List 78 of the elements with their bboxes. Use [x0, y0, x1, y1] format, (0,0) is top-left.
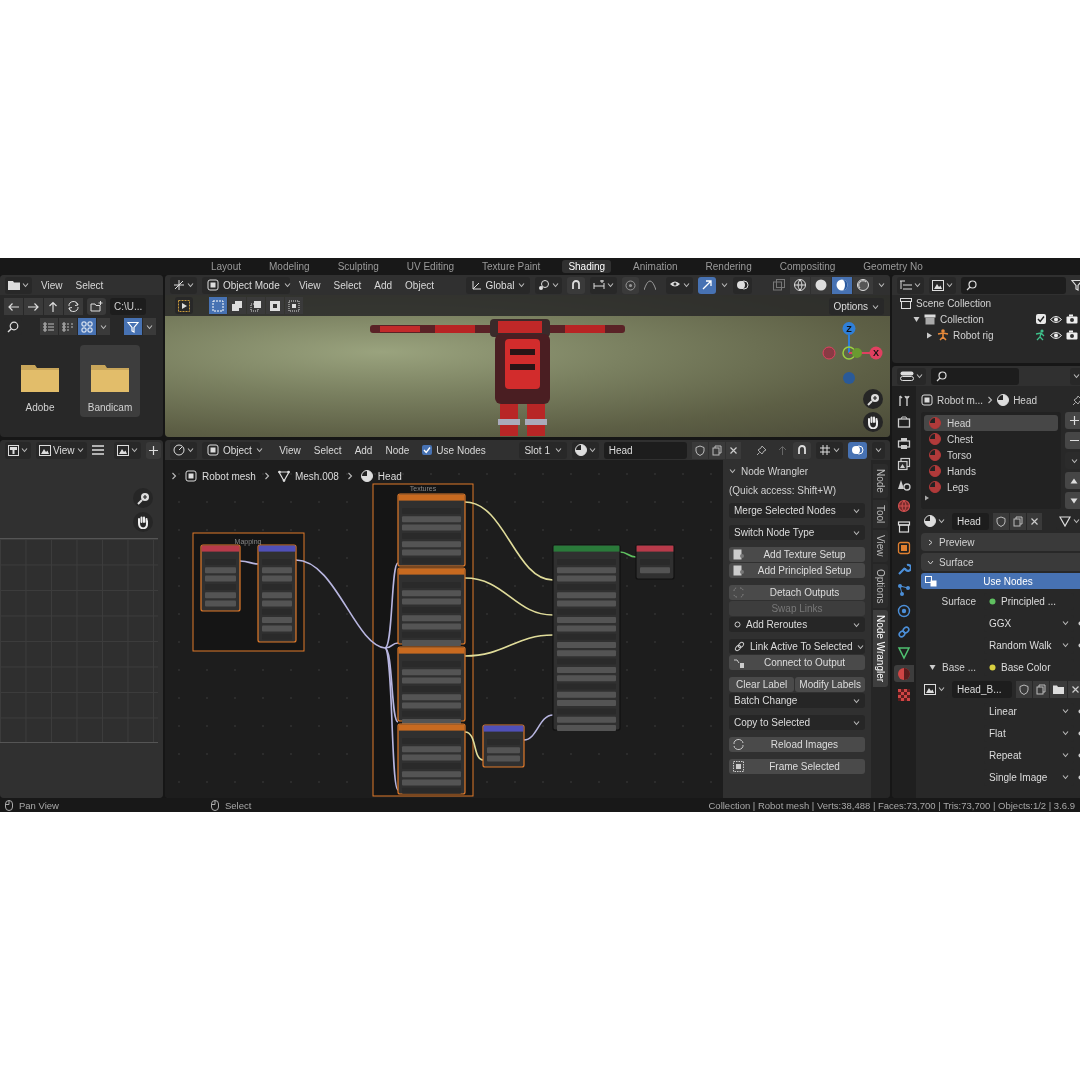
material-slot[interactable]: Legs	[924, 479, 1058, 495]
material-slot[interactable]: Hands	[924, 463, 1058, 479]
use-nodes-checkbox[interactable]: Use Nodes	[418, 442, 490, 458]
image-name-field[interactable]: Head_B...	[952, 680, 1012, 698]
breadcrumb-item[interactable]: Mesh.008	[277, 470, 339, 482]
panel-header[interactable]: Surface	[921, 553, 1080, 571]
menu-item[interactable]: View	[37, 277, 67, 293]
view-mode-dropdown[interactable]: View	[36, 441, 87, 459]
menu-item[interactable]: View	[275, 442, 305, 458]
material-slot[interactable]: Torso	[924, 447, 1058, 463]
action-button[interactable]: Detach Outputs	[729, 585, 865, 600]
sidebar-tab[interactable]: Options	[873, 563, 888, 609]
menu-item[interactable]: Select	[309, 442, 346, 458]
action-button[interactable]: Add Texture Setup	[729, 547, 865, 562]
folder-item[interactable]: Bandicam	[80, 345, 140, 417]
dropdown[interactable]: Switch Node Type	[729, 525, 865, 540]
sidebar-tab[interactable]: View	[873, 530, 888, 562]
menu-item[interactable]: Select	[71, 277, 108, 293]
action-button[interactable]: Connect to Output	[729, 655, 865, 670]
shortcut-hint: (Quick access: Shift+W)	[729, 485, 837, 496]
action-button[interactable]: Add Principled Setup	[729, 563, 865, 578]
breadcrumb-item[interactable]: Head	[360, 470, 402, 482]
workspace-tab[interactable]: Animation	[627, 260, 684, 273]
workspace-tab[interactable]: UV Editing	[400, 260, 460, 273]
workspace-tab[interactable]: Geometry No	[857, 260, 929, 273]
outliner-item[interactable]: Scene Collection	[916, 297, 992, 309]
outliner-item[interactable]: Collection	[940, 313, 984, 325]
menu-item[interactable]: View	[295, 277, 325, 293]
workspace-tab[interactable]: Rendering	[699, 260, 758, 273]
breadcrumb-item: Robot m...	[937, 394, 984, 406]
path-field[interactable]: C:\U...	[110, 298, 147, 315]
menu-item[interactable]: Select	[329, 277, 366, 293]
scene-statistics: Collection | Robot mesh | Verts:38,488 | Faces:73,700 | Tris:73,700 | Objects:1/2 | 3.6.9	[708, 799, 1075, 811]
workspace-tab[interactable]: Modeling	[263, 260, 316, 273]
material-slot[interactable]: Chest	[924, 431, 1058, 447]
dropdown[interactable]: Add Reroutes	[729, 617, 865, 632]
action-button[interactable]: Modify Labels	[795, 677, 865, 692]
workspace-tab[interactable]: Shading	[562, 260, 612, 273]
outliner-item[interactable]: Robot rig	[953, 329, 994, 341]
workspace-tab[interactable]: Sculpting	[331, 260, 385, 273]
dropdown[interactable]: Copy to Selected	[729, 715, 865, 730]
axis-label: X	[873, 348, 879, 358]
mode-dropdown[interactable]: Object Mode	[202, 276, 290, 294]
axis-label: Z	[846, 323, 852, 334]
navigation-gizmo[interactable]: Z X	[819, 321, 885, 385]
use-nodes-button[interactable]: Use Nodes	[921, 573, 1080, 589]
breadcrumb-item: Head	[1013, 394, 1038, 406]
menu-item[interactable]: Node	[381, 442, 414, 458]
sidebar-tab[interactable]: Node	[873, 464, 888, 498]
status-hint: Select	[224, 799, 252, 811]
action-button[interactable]: Clear Label	[729, 677, 795, 692]
material-name-field[interactable]: Head	[952, 512, 989, 530]
folder-item[interactable]: Adobe	[10, 345, 70, 417]
dropdown[interactable]: Merge Selected Nodes	[729, 503, 865, 518]
slot-dropdown[interactable]: Slot 1	[519, 441, 567, 459]
material-name-field[interactable]: Head	[603, 441, 687, 459]
status-hint: Pan View	[19, 799, 59, 811]
workspace-tab[interactable]: Compositing	[773, 260, 842, 273]
sidebar-tab[interactable]: Tool	[873, 499, 888, 529]
sidebar-tab[interactable]: Node Wrangler	[873, 610, 888, 688]
menu-item[interactable]: Add	[350, 442, 377, 458]
orientation-dropdown[interactable]: Global	[465, 276, 531, 294]
shader-type-dropdown[interactable]: Object	[202, 441, 260, 459]
field-label: Base ...	[942, 661, 976, 673]
action-button[interactable]: Reload Images	[729, 737, 865, 752]
workspace-tab[interactable]: Layout	[205, 260, 248, 273]
field-label: Surface	[940, 595, 977, 607]
menu-item[interactable]: Add	[370, 277, 397, 293]
breadcrumb-item[interactable]: Robot mesh	[185, 470, 256, 482]
material-slot[interactable]: Head	[924, 415, 1058, 431]
menu-item[interactable]: Object	[401, 277, 438, 293]
dropdown[interactable]: Batch Change	[729, 693, 865, 708]
panel-title[interactable]: Node Wrangler	[741, 465, 809, 477]
action-button[interactable]: Frame Selected	[729, 759, 865, 774]
options-dropdown[interactable]: Options	[828, 298, 884, 315]
dropdown[interactable]: Link Active To Selected	[729, 639, 865, 654]
workspace-tab[interactable]: Texture Paint	[476, 260, 547, 273]
panel-header[interactable]: Preview	[921, 533, 1080, 551]
